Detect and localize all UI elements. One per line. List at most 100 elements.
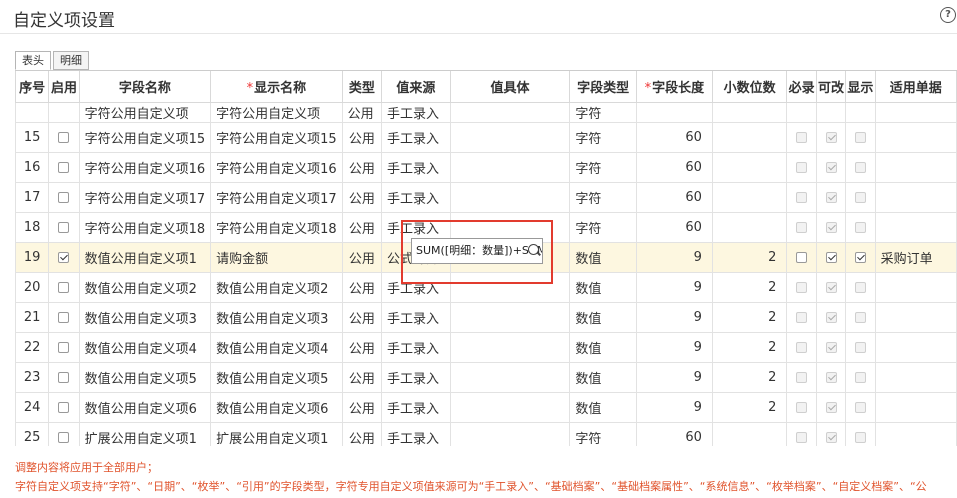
value-source-cell[interactable]: 手工录入 bbox=[381, 362, 451, 393]
value-source-cell[interactable]: 手工录入 bbox=[381, 302, 451, 333]
decimals-cell[interactable]: 2 bbox=[711, 272, 788, 303]
editable-checkbox[interactable] bbox=[815, 152, 847, 183]
visible-checkbox[interactable] bbox=[845, 182, 876, 213]
decimals-cell[interactable] bbox=[711, 122, 788, 153]
value-source-cell[interactable]: 手工录入 bbox=[381, 422, 451, 446]
value-source-cell[interactable]: 手工录入 bbox=[381, 392, 451, 423]
enabled-checkbox[interactable] bbox=[48, 362, 80, 393]
search-icon[interactable] bbox=[528, 244, 539, 255]
applicable-docs-cell[interactable] bbox=[874, 392, 957, 423]
required-checkbox[interactable] bbox=[786, 152, 817, 183]
decimals-cell[interactable]: 2 bbox=[711, 302, 788, 333]
display-name-cell[interactable]: 数值公用自定义项6 bbox=[210, 392, 343, 423]
applicable-docs-cell[interactable] bbox=[874, 212, 957, 243]
field-type-cell[interactable]: 数值 bbox=[569, 302, 637, 333]
visible-checkbox[interactable] bbox=[845, 392, 876, 423]
visible-checkbox[interactable] bbox=[845, 422, 876, 446]
decimals-cell[interactable] bbox=[711, 182, 788, 213]
value-source-cell[interactable]: 手工录入 bbox=[381, 122, 451, 153]
editable-checkbox[interactable] bbox=[815, 182, 847, 213]
field-length-cell[interactable]: 60 bbox=[635, 212, 713, 243]
display-name-cell[interactable]: 字符公用自定义项17 bbox=[210, 182, 343, 213]
enabled-checkbox[interactable] bbox=[48, 272, 80, 303]
required-checkbox[interactable] bbox=[786, 122, 817, 153]
tab-header[interactable]: 表头 bbox=[15, 51, 51, 70]
field-length-cell[interactable]: 9 bbox=[635, 392, 713, 423]
field-type-cell[interactable]: 数值 bbox=[569, 272, 637, 303]
enabled-checkbox[interactable] bbox=[48, 242, 80, 273]
visible-checkbox[interactable] bbox=[845, 332, 876, 363]
field-type-cell[interactable]: 数值 bbox=[569, 242, 637, 273]
required-checkbox[interactable] bbox=[786, 392, 817, 423]
enabled-checkbox[interactable] bbox=[48, 122, 80, 153]
table-row[interactable]: 17 字符公用自定义项17 字符公用自定义项17 公用 手工录入 字符 60 bbox=[15, 182, 957, 213]
decimals-cell[interactable]: 2 bbox=[711, 332, 788, 363]
value-detail-cell[interactable] bbox=[449, 122, 571, 153]
required-checkbox[interactable] bbox=[786, 422, 817, 446]
display-name-cell[interactable]: 数值公用自定义项5 bbox=[210, 362, 343, 393]
enabled-checkbox[interactable] bbox=[48, 212, 80, 243]
value-source-cell[interactable]: 手工录入 bbox=[381, 182, 451, 213]
editable-checkbox[interactable] bbox=[815, 242, 847, 273]
required-checkbox[interactable] bbox=[786, 182, 817, 213]
applicable-docs-cell[interactable] bbox=[874, 332, 957, 363]
required-checkbox[interactable] bbox=[786, 302, 817, 333]
field-length-cell[interactable]: 9 bbox=[635, 242, 713, 273]
field-length-cell[interactable]: 60 bbox=[635, 122, 713, 153]
editable-checkbox[interactable] bbox=[815, 122, 847, 153]
required-checkbox[interactable] bbox=[786, 212, 817, 243]
applicable-docs-cell[interactable] bbox=[874, 122, 957, 153]
required-checkbox[interactable] bbox=[786, 362, 817, 393]
field-type-cell[interactable]: 字符 bbox=[569, 122, 637, 153]
field-length-cell[interactable]: 60 bbox=[635, 152, 713, 183]
table-row[interactable]: 25 扩展公用自定义项1 扩展公用自定义项1 公用 手工录入 字符 60 bbox=[15, 422, 957, 446]
value-detail-cell[interactable] bbox=[449, 392, 571, 423]
field-type-cell[interactable]: 数值 bbox=[569, 332, 637, 363]
display-name-cell[interactable]: 数值公用自定义项3 bbox=[210, 302, 343, 333]
display-name-cell[interactable]: 字符公用自定义项15 bbox=[210, 122, 343, 153]
visible-checkbox[interactable] bbox=[845, 242, 876, 273]
value-detail-cell[interactable] bbox=[449, 332, 571, 363]
editable-checkbox[interactable] bbox=[815, 302, 847, 333]
editable-checkbox[interactable] bbox=[815, 212, 847, 243]
applicable-docs-cell[interactable] bbox=[874, 152, 957, 183]
value-detail-cell[interactable] bbox=[449, 422, 571, 446]
field-length-cell[interactable]: 9 bbox=[635, 302, 713, 333]
applicable-docs-cell[interactable] bbox=[874, 422, 957, 446]
visible-checkbox[interactable] bbox=[845, 122, 876, 153]
decimals-cell[interactable] bbox=[711, 212, 788, 243]
visible-checkbox[interactable] bbox=[845, 212, 876, 243]
tab-detail[interactable]: 明细 bbox=[53, 51, 89, 70]
field-type-cell[interactable]: 字符 bbox=[569, 182, 637, 213]
decimals-cell[interactable] bbox=[711, 152, 788, 183]
decimals-cell[interactable]: 2 bbox=[711, 242, 788, 273]
field-length-cell[interactable]: 9 bbox=[635, 332, 713, 363]
visible-checkbox[interactable] bbox=[845, 272, 876, 303]
help-icon[interactable]: ? bbox=[940, 7, 956, 23]
decimals-cell[interactable]: 2 bbox=[711, 392, 788, 423]
visible-checkbox[interactable] bbox=[845, 302, 876, 333]
editable-checkbox[interactable] bbox=[815, 272, 847, 303]
display-name-cell[interactable]: 字符公用自定义项16 bbox=[210, 152, 343, 183]
field-length-cell[interactable]: 60 bbox=[635, 422, 713, 446]
field-type-cell[interactable]: 数值 bbox=[569, 392, 637, 423]
table-row[interactable]: 16 字符公用自定义项16 字符公用自定义项16 公用 手工录入 字符 60 bbox=[15, 152, 957, 183]
value-source-cell[interactable]: 手工录入 bbox=[381, 332, 451, 363]
enabled-checkbox[interactable] bbox=[48, 422, 80, 446]
table-row[interactable]: 21 数值公用自定义项3 数值公用自定义项3 公用 手工录入 数值 9 2 bbox=[15, 302, 957, 333]
visible-checkbox[interactable] bbox=[845, 362, 876, 393]
editable-checkbox[interactable] bbox=[815, 362, 847, 393]
enabled-checkbox[interactable] bbox=[48, 182, 80, 213]
display-name-cell[interactable]: 字符公用自定义项18 bbox=[210, 212, 343, 243]
applicable-docs-cell[interactable]: 采购订单 bbox=[874, 242, 957, 273]
applicable-docs-cell[interactable] bbox=[874, 302, 957, 333]
value-detail-cell[interactable] bbox=[449, 182, 571, 213]
enabled-checkbox[interactable] bbox=[48, 152, 80, 183]
value-source-cell[interactable]: 手工录入 bbox=[381, 152, 451, 183]
table-row[interactable]: 24 数值公用自定义项6 数值公用自定义项6 公用 手工录入 数值 9 2 bbox=[15, 392, 957, 423]
required-checkbox[interactable] bbox=[786, 272, 817, 303]
field-type-cell[interactable]: 字符 bbox=[569, 212, 637, 243]
applicable-docs-cell[interactable] bbox=[874, 272, 957, 303]
table-row[interactable]: 22 数值公用自定义项4 数值公用自定义项4 公用 手工录入 数值 9 2 bbox=[15, 332, 957, 363]
field-length-cell[interactable]: 9 bbox=[635, 362, 713, 393]
